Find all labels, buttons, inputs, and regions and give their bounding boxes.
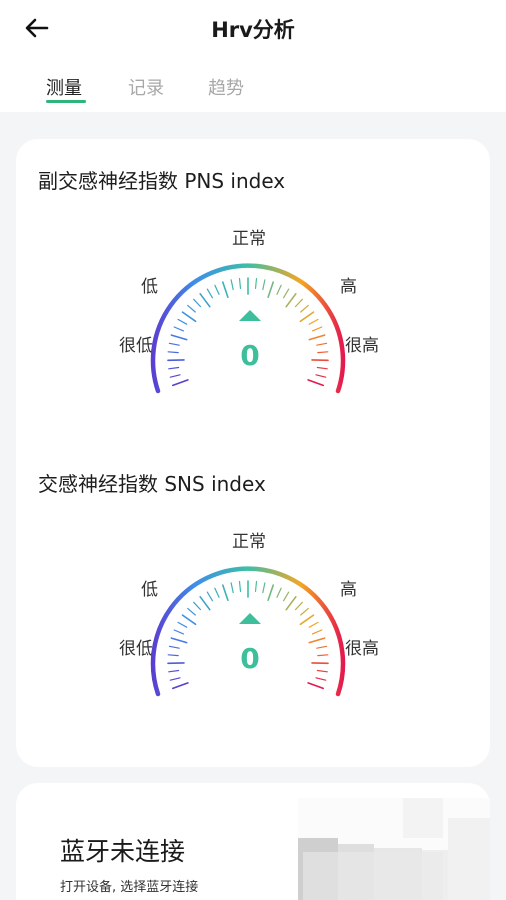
gauge-tick: [308, 318, 319, 325]
gauge-tick: [262, 279, 266, 291]
gauge-tick: [173, 326, 185, 332]
gauge-tick: [311, 326, 323, 332]
gauge-tick: [187, 607, 196, 616]
tab-measure[interactable]: 测量: [46, 74, 82, 100]
gauge-tick: [285, 292, 297, 308]
gauge-tick: [181, 311, 197, 323]
gauge-tick: [315, 677, 327, 681]
gauge-tick: [168, 342, 180, 346]
gauge-tick: [238, 580, 242, 592]
gauge-tick: [283, 288, 290, 299]
bluetooth-status-subtitle: 打开设备, 选择蓝牙连接: [60, 880, 199, 895]
gauge-tick: [214, 284, 220, 295]
gauge-tick: [315, 374, 327, 378]
gauge-tick: [230, 582, 234, 594]
gauge-tick: [206, 591, 214, 602]
sns-label-normal: 正常: [232, 532, 266, 552]
bluetooth-status-title: 蓝牙未连接: [60, 837, 186, 866]
gauge-tick: [267, 281, 274, 299]
device-image-placeholder: [298, 798, 490, 900]
tab-bar: 测量 记录 趋势: [0, 74, 506, 112]
gauge-tick: [187, 304, 196, 313]
gauge-tick: [170, 637, 188, 644]
gauge-tick: [267, 584, 274, 602]
gauge-tick: [254, 277, 258, 289]
gauge-tick: [222, 584, 229, 602]
tab-trends[interactable]: 趋势: [208, 74, 244, 100]
gauge-tick: [294, 601, 303, 611]
gauge-tick: [316, 669, 328, 673]
sns-value: 0: [240, 642, 259, 675]
app-header: Hrv分析 测量 记录 趋势: [0, 0, 506, 112]
gauge-tick: [214, 587, 220, 598]
pns-section-title: 副交感神经指数 PNS index: [38, 169, 286, 193]
gauge-tick: [276, 284, 282, 295]
sns-pointer-icon: [239, 613, 261, 624]
gauge-tick: [283, 591, 290, 602]
gauge-tick: [316, 342, 328, 346]
gauge-tick: [317, 654, 329, 657]
pns-value: 0: [240, 339, 259, 372]
active-tab-indicator: [46, 100, 86, 103]
gauge-tick: [199, 292, 211, 308]
gauge-tick: [308, 334, 326, 341]
gauge-tick: [262, 582, 266, 594]
gauge-tick: [230, 279, 234, 291]
gauge-tick: [285, 595, 297, 611]
sns-section-title: 交感神经指数 SNS index: [38, 472, 266, 496]
gauge-tick: [307, 682, 324, 690]
gauge-tick: [170, 334, 188, 341]
gauge-tick: [316, 366, 328, 370]
sns-gauge: 0: [150, 566, 346, 697]
gauge-tick: [294, 298, 303, 308]
gauge-tick: [308, 621, 319, 628]
gauge-tick: [222, 281, 229, 299]
gauge-tick: [193, 298, 202, 308]
gauge-tick: [167, 351, 179, 354]
gauge-tick: [316, 645, 328, 649]
gauge-tick: [177, 621, 188, 628]
gauge-tick: [307, 379, 324, 387]
gauge-tick: [181, 614, 197, 626]
gauge-tick: [173, 629, 185, 635]
gauge-tick: [276, 587, 282, 598]
gauge-tick: [300, 607, 309, 616]
gauge-tick: [168, 669, 180, 673]
gauge-tick: [300, 304, 309, 313]
gauge-tick: [168, 366, 180, 370]
tab-records[interactable]: 记录: [128, 74, 164, 100]
gauge-tick: [299, 614, 315, 626]
gauge-tick: [169, 374, 181, 378]
gauge-tick: [311, 629, 323, 635]
pns-label-normal: 正常: [232, 229, 266, 249]
gauge-tick: [167, 654, 179, 657]
gauge-tick: [193, 601, 202, 611]
gauge-tick: [299, 311, 315, 323]
gauge-tick: [171, 682, 189, 690]
gauge-tick: [317, 351, 329, 354]
gauge-tick: [206, 288, 214, 299]
page-title: Hrv分析: [211, 18, 295, 42]
gauge-tick: [169, 677, 181, 681]
gauge-tick: [238, 277, 242, 289]
gauge-tick: [199, 595, 211, 611]
pns-pointer-icon: [239, 310, 261, 321]
gauge-tick: [171, 379, 189, 387]
gauge-tick: [308, 637, 326, 644]
gauge-tick: [168, 645, 180, 649]
pns-gauge: 0: [150, 263, 346, 394]
gauge-tick: [254, 580, 258, 592]
gauge-tick: [177, 318, 188, 325]
